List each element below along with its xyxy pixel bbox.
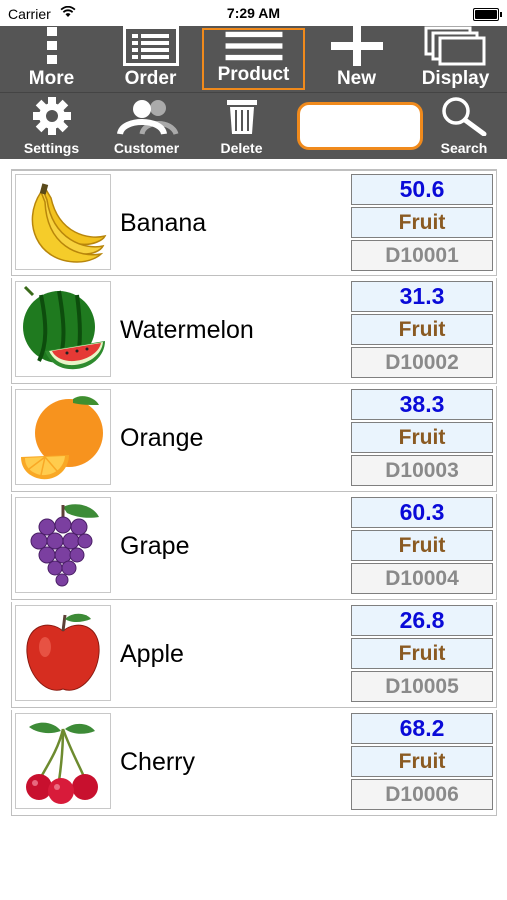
product-name: Orange: [120, 424, 204, 452]
apple-image: [15, 605, 111, 701]
product-code: D10004: [351, 563, 493, 594]
product-price: 50.6: [351, 174, 493, 205]
orange-image: [15, 389, 111, 485]
product-row-orange[interactable]: Orange 38.3 Fruit D10003: [11, 386, 497, 492]
display-label: Display: [421, 68, 490, 89]
product-category: Fruit: [351, 207, 493, 238]
product-list: Banana 50.6 Fruit D10001 Watermelon 31.3: [11, 169, 497, 816]
search-label: Search: [440, 140, 488, 156]
order-list-icon: [122, 26, 179, 66]
product-code: D10001: [351, 240, 493, 271]
gear-icon: [32, 97, 71, 135]
trash-icon: [226, 100, 257, 134]
secondary-toolbar: Settings Customer Delete Search: [0, 92, 507, 159]
product-price: 26.8: [351, 605, 493, 636]
product-values: 26.8 Fruit D10005: [351, 603, 493, 706]
new-button[interactable]: New: [307, 26, 406, 92]
product-price: 31.3: [351, 281, 493, 312]
cherry-image: [15, 713, 111, 809]
more-label: More: [28, 68, 75, 89]
settings-label: Settings: [23, 140, 80, 156]
product-values: 68.2 Fruit D10006: [351, 711, 493, 814]
display-windows-icon: [424, 26, 485, 66]
delete-button[interactable]: Delete: [194, 96, 289, 156]
product-name: Grape: [120, 532, 190, 560]
product-row-apple[interactable]: Apple 26.8 Fruit D10005: [11, 602, 497, 708]
customer-icon: [116, 100, 178, 136]
product-code: D10006: [351, 779, 493, 810]
product-price: 38.3: [351, 389, 493, 420]
search-button[interactable]: Search: [429, 96, 499, 156]
product-button[interactable]: Product: [202, 28, 305, 90]
order-button[interactable]: Order: [101, 26, 200, 92]
product-code: D10003: [351, 455, 493, 486]
delete-label: Delete: [220, 140, 263, 156]
grape-image: [15, 497, 111, 593]
product-row-banana[interactable]: Banana 50.6 Fruit D10001: [11, 170, 497, 276]
product-name: Cherry: [120, 748, 196, 776]
product-values: 50.6 Fruit D10001: [351, 172, 493, 274]
new-label: New: [336, 68, 377, 89]
product-price: 68.2: [351, 713, 493, 744]
product-name: Banana: [120, 208, 207, 237]
plus-icon: [330, 26, 383, 66]
watermelon-image: [15, 281, 111, 377]
order-label: Order: [124, 68, 177, 89]
product-category: Fruit: [351, 530, 493, 561]
product-row-watermelon[interactable]: Watermelon 31.3 Fruit D10002: [11, 278, 497, 384]
product-category: Fruit: [351, 746, 493, 777]
settings-button[interactable]: Settings: [4, 96, 99, 156]
product-row-cherry[interactable]: Cherry 68.2 Fruit D10006: [11, 710, 497, 816]
main-toolbar: More Order Product New Display: [0, 26, 507, 92]
customer-label: Customer: [113, 140, 180, 156]
search-input[interactable]: [297, 102, 423, 150]
more-button[interactable]: More: [2, 26, 101, 92]
product-price: 60.3: [351, 497, 493, 528]
display-button[interactable]: Display: [406, 26, 505, 92]
banana-image: [15, 174, 111, 270]
product-name: Apple: [120, 640, 184, 668]
product-values: 31.3 Fruit D10002: [351, 279, 493, 382]
product-category: Fruit: [351, 638, 493, 669]
product-values: 60.3 Fruit D10004: [351, 495, 493, 598]
clock: 7:29 AM: [226, 5, 281, 21]
product-category: Fruit: [351, 314, 493, 345]
search-icon: [442, 97, 487, 136]
customer-button[interactable]: Customer: [99, 96, 194, 156]
product-menu-icon: [225, 31, 282, 61]
product-values: 38.3 Fruit D10003: [351, 387, 493, 490]
product-category: Fruit: [351, 422, 493, 453]
status-bar: Carrier 7:29 AM: [0, 0, 507, 26]
product-row-grape[interactable]: Grape 60.3 Fruit D10004: [11, 494, 497, 600]
product-label: Product: [217, 64, 290, 85]
product-name: Watermelon: [120, 316, 254, 344]
product-code: D10005: [351, 671, 493, 702]
product-code: D10002: [351, 347, 493, 378]
more-icon: [46, 27, 57, 64]
battery-icon: [473, 8, 502, 21]
